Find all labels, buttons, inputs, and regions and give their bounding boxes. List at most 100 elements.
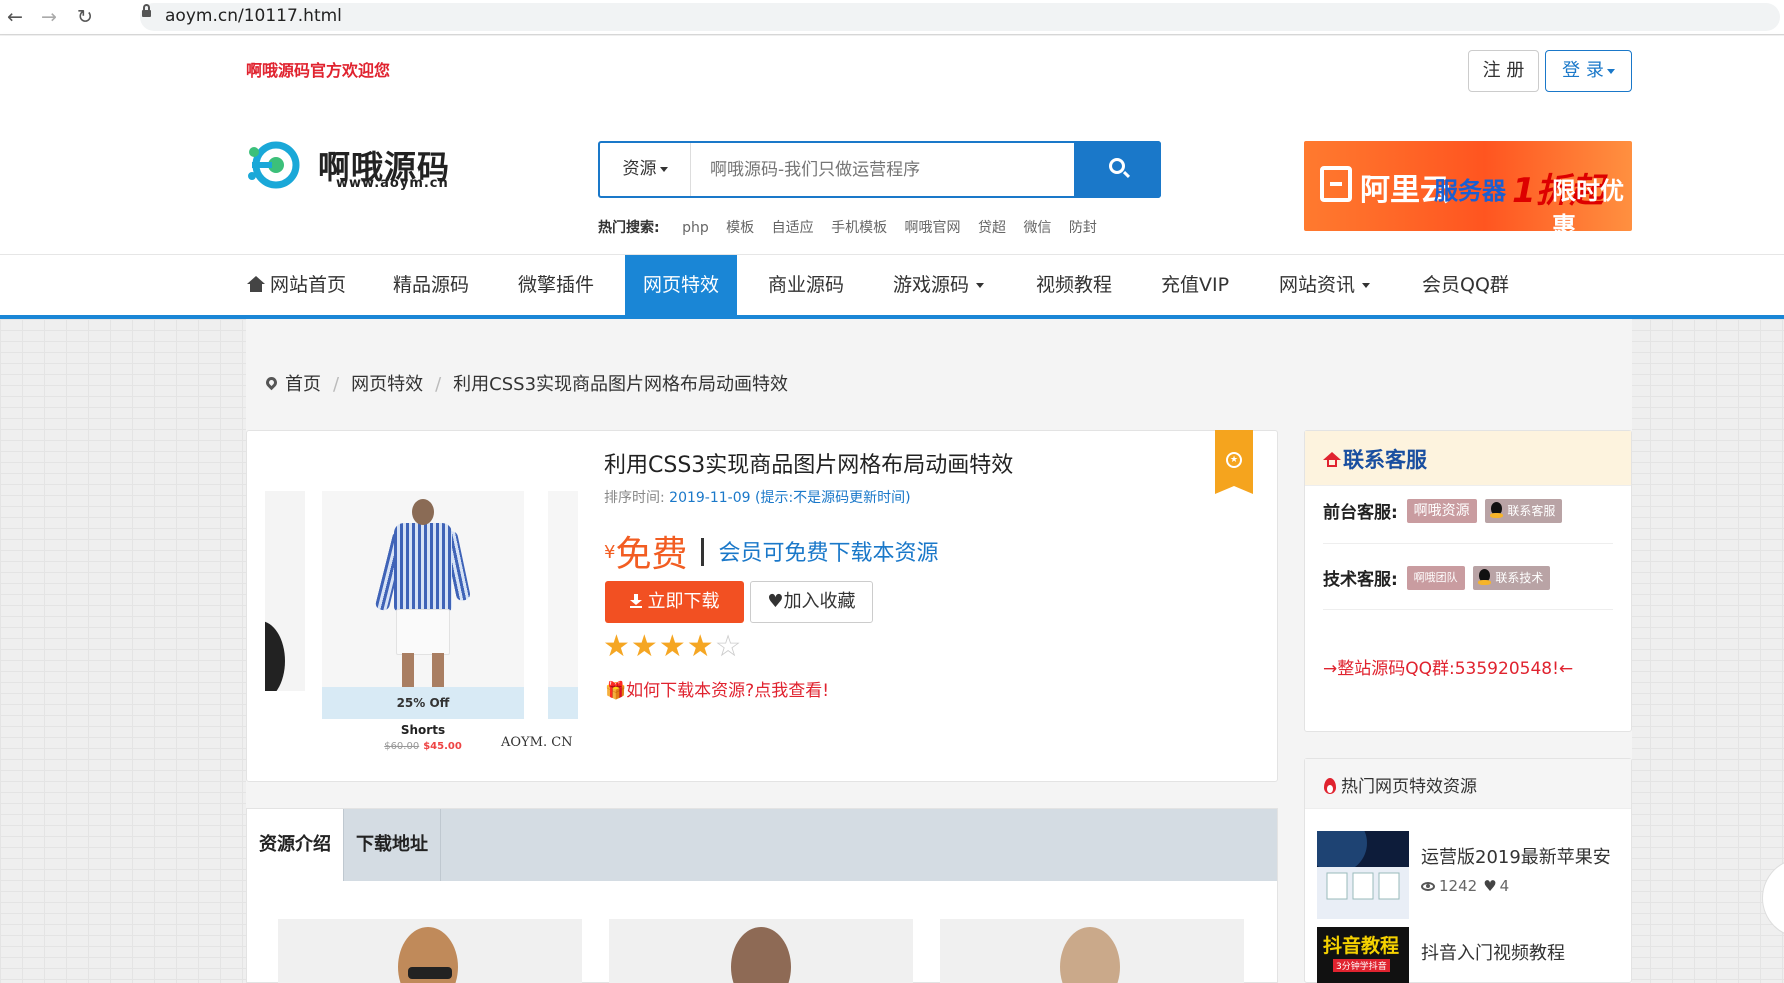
tech-qq-button[interactable]: 联系技术 (1473, 565, 1551, 590)
product-gallery[interactable]: 25% Off Shorts $60.00 $45.00 AOYM. CN (265, 461, 578, 751)
vip-note: 会员可免费下载本资源 (718, 541, 939, 566)
search-input[interactable] (692, 143, 1072, 196)
resource-thumbnail: 抖音教程 3分钟学抖音 (1317, 927, 1409, 983)
intro-image (278, 919, 582, 983)
nav-item-qq-group[interactable]: 会员QQ群 (1422, 255, 1509, 315)
browser-toolbar: ← → ↻ aoym.cn/10117.html (0, 0, 1784, 35)
featured-ribbon: ★ (1215, 430, 1253, 494)
customer-service-panel: 联系客服 前台客服: 啊哦资源 联系客服 技术客服: 啊哦团队 联系技术 →整站… (1304, 430, 1632, 732)
forward-icon[interactable]: → (39, 7, 59, 27)
search-category-label: 资源 (622, 159, 657, 179)
model-leg (402, 653, 414, 687)
hot-search-link[interactable]: 模板 (726, 220, 754, 236)
hot-search-link[interactable]: 防封 (1069, 220, 1097, 236)
model-face (731, 927, 791, 983)
star-icon[interactable]: ★ (659, 630, 686, 664)
gallery-caption: Shorts (400, 723, 446, 737)
model-leg (432, 653, 444, 687)
chevron-down-icon (976, 283, 985, 288)
gallery-price: $60.00 $45.00 (322, 741, 524, 751)
hot-search: 热门搜索: php 模板 自适应 手机模板 啊哦官网 贷超 微信 防封 (598, 217, 1110, 237)
hot-search-link[interactable]: 微信 (1023, 220, 1051, 236)
gallery-image-main: 25% Off (322, 491, 524, 719)
product-date: 2019-11-09 (669, 490, 751, 506)
welcome-text: 啊哦源码官方欢迎您 (246, 61, 391, 80)
panel-title: 联系客服 (1323, 444, 1427, 474)
tech-service-tag[interactable]: 啊哦团队 (1406, 565, 1465, 590)
hot-resource-item[interactable]: 抖音教程 3分钟学抖音 抖音入门视频教程 (1317, 927, 1617, 983)
search-category-select[interactable]: 资源 (600, 143, 691, 196)
download-icon (629, 594, 642, 608)
breadcrumb: 首页 / 网页特效 / 利用CSS3实现商品图片网格布局动画特效 (263, 370, 789, 396)
nav-item-vip[interactable]: 充值VIP (1161, 255, 1229, 315)
nav-item-premium-source[interactable]: 精品源码 (393, 255, 469, 315)
hot-title-label: 热门网页特效资源 (1341, 777, 1477, 797)
hot-resources-panel: 热门网页特效资源 运营版2019最新苹果安 1242 ♥ 4 抖音教程 3分钟学抖音… (1304, 758, 1632, 983)
register-button[interactable]: 注 册 (1468, 50, 1539, 92)
breadcrumb-category[interactable]: 网页特效 (351, 374, 423, 395)
howto-label: 如何下载本资源?点我查看! (626, 681, 830, 701)
divider (1323, 609, 1613, 610)
hot-search-link[interactable]: 手机模板 (831, 220, 887, 236)
reload-icon[interactable]: ↻ (75, 7, 95, 27)
rating-stars[interactable]: ★★★★☆ (603, 630, 743, 664)
nav-item-plugins[interactable]: 微擎插件 (518, 255, 594, 315)
hot-search-link[interactable]: 啊哦官网 (905, 220, 961, 236)
home-icon (246, 276, 266, 292)
tech-service-label: 技术客服: (1323, 570, 1398, 590)
nav-label: 网站资讯 (1279, 274, 1356, 296)
product-card: 25% Off Shorts $60.00 $45.00 AOYM. CN 利用C… (246, 430, 1278, 782)
heart-icon: ♥ (1483, 877, 1497, 895)
price-divider (701, 538, 705, 566)
favorite-button[interactable]: ♥加入收藏 (750, 581, 873, 623)
nav-item-game-source[interactable]: 游戏源码 (893, 255, 985, 315)
ad-time-text: 限时优惠 (1552, 177, 1624, 231)
thumbnail-subtext: 3分钟学抖音 (1333, 959, 1390, 972)
qq-icon (1477, 568, 1492, 585)
logo-icon[interactable] (246, 140, 304, 190)
tab-intro[interactable]: 资源介绍 (247, 809, 343, 881)
star-icon[interactable]: ★ (603, 630, 630, 664)
nav-item-video-tutorial[interactable]: 视频教程 (1036, 255, 1112, 315)
price-value: 免费 (615, 534, 688, 575)
breadcrumb-current: 利用CSS3实现商品图片网格布局动画特效 (453, 374, 789, 395)
address-bar[interactable] (140, 3, 1780, 31)
howto-link[interactable]: 🎁如何下载本资源?点我查看! (605, 676, 829, 701)
download-label: 立即下载 (647, 591, 720, 612)
qq-label: 联系客服 (1507, 503, 1556, 518)
front-service-tag[interactable]: 啊哦资源 (1406, 498, 1477, 523)
product-time: 排序时间: 2019-11-09 (提示:不是源码更新时间) (604, 487, 911, 507)
tab-download[interactable]: 下载地址 (344, 809, 440, 881)
resource-meta: 1242 ♥ 4 (1421, 877, 1509, 895)
star-icon[interactable]: ★ (687, 630, 714, 664)
favorite-label: 加入收藏 (783, 591, 856, 612)
breadcrumb-separator: / (435, 374, 442, 395)
model-head (412, 499, 434, 525)
thumbnail-text: 抖音教程 (1323, 935, 1400, 957)
hot-resource-item[interactable]: 运营版2019最新苹果安 1242 ♥ 4 (1317, 831, 1617, 921)
hot-search-link[interactable]: 自适应 (772, 220, 814, 236)
search-button[interactable] (1074, 141, 1161, 198)
aliyun-ad-banner[interactable]: 阿里云 服务器 1折起 限时优惠 (1304, 141, 1632, 231)
time-note: (提示:不是源码更新时间) (755, 490, 911, 506)
star-empty-icon[interactable]: ☆ (715, 630, 742, 664)
login-button[interactable]: 登 录 (1545, 50, 1632, 92)
qq-group-link[interactable]: →整站源码QQ群:535920548!← (1323, 657, 1613, 681)
tab-divider (440, 809, 441, 881)
back-icon[interactable]: ← (5, 7, 25, 27)
gift-icon: 🎁 (605, 681, 627, 701)
url-text[interactable]: aoym.cn/10117.html (165, 6, 342, 26)
nav-item-web-effects[interactable]: 网页特效 (625, 255, 738, 315)
hot-search-link[interactable]: php (682, 220, 709, 236)
nav-item-commercial-source[interactable]: 商业源码 (768, 255, 844, 315)
breadcrumb-home[interactable]: 首页 (285, 374, 321, 395)
nav-item-home[interactable]: 网站首页 (246, 255, 346, 315)
login-label: 登 录 (1562, 60, 1604, 81)
front-qq-button[interactable]: 联系客服 (1485, 498, 1563, 523)
hot-search-link[interactable]: 贷超 (978, 220, 1006, 236)
download-button[interactable]: 立即下载 (605, 581, 744, 623)
nav-item-news[interactable]: 网站资讯 (1279, 255, 1371, 315)
product-price: ¥免费 会员可免费下载本资源 (604, 525, 938, 577)
star-icon[interactable]: ★ (631, 630, 658, 664)
resource-thumbnail (1317, 831, 1409, 919)
